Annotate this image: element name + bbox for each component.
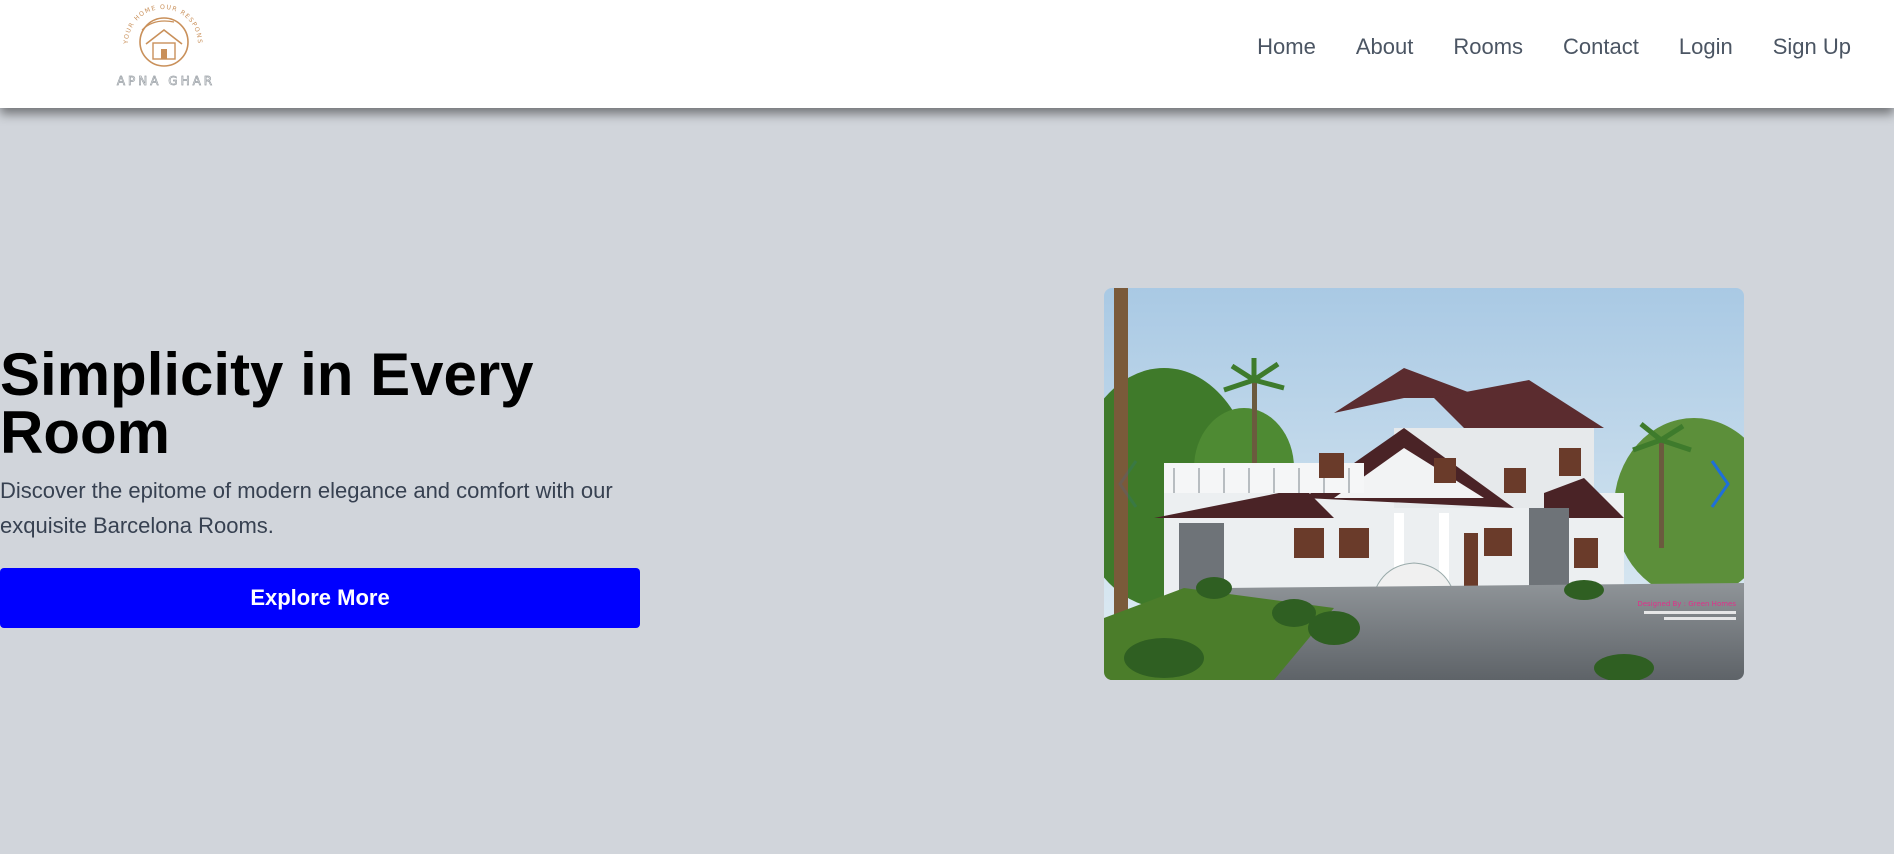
main-nav: Home About Rooms Contact Login Sign Up — [1257, 34, 1851, 60]
hero-title: Simplicity in Every Room — [0, 341, 534, 466]
nav-contact[interactable]: Contact — [1563, 34, 1639, 60]
hero-description: Discover the epitome of modern elegance … — [0, 478, 613, 538]
house-image: Designed By : Green Homes — [1104, 288, 1744, 680]
nav-signup[interactable]: Sign Up — [1773, 34, 1851, 60]
brand-name: APNA GHAR — [116, 74, 216, 89]
carousel-next-button[interactable] — [1700, 454, 1740, 514]
site-header: YOUR HOME OUR RESPONSIBILITY APNA GHAR H… — [0, 0, 1894, 108]
nav-login[interactable]: Login — [1679, 34, 1733, 60]
nav-about[interactable]: About — [1356, 34, 1414, 60]
nav-rooms[interactable]: Rooms — [1453, 34, 1523, 60]
image-credit: Designed By : Green Homes — [1637, 600, 1736, 608]
image-carousel: Designed By : Green Homes — [1104, 288, 1744, 680]
nav-home[interactable]: Home — [1257, 34, 1316, 60]
chevron-left-icon — [1118, 460, 1138, 508]
brand-logo[interactable]: YOUR HOME OUR RESPONSIBILITY APNA GHAR — [106, 0, 226, 94]
carousel-prev-button[interactable] — [1108, 454, 1148, 514]
explore-more-button[interactable]: Explore More — [0, 568, 640, 628]
chevron-right-icon — [1710, 460, 1730, 508]
house-globe-icon: YOUR HOME OUR RESPONSIBILITY — [106, 0, 202, 67]
